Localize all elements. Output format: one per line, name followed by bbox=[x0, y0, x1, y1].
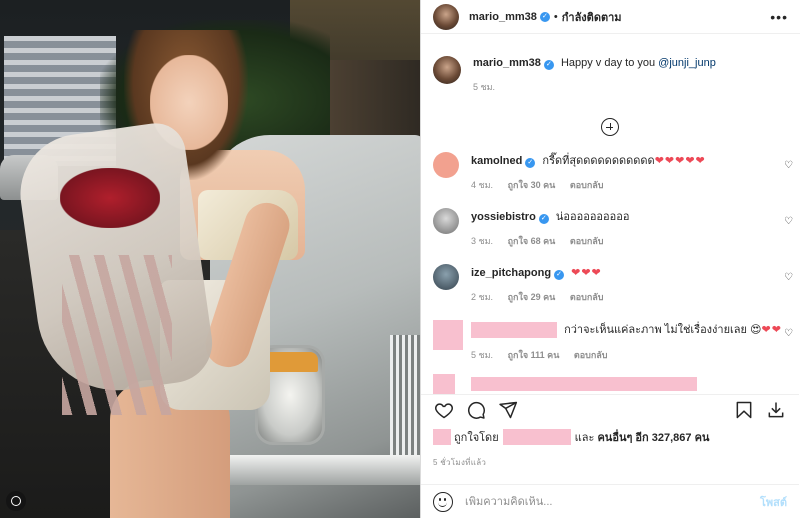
post-sidebar: mario_mm38 ✓ • กำลังติดตาม ••• mario_mm3… bbox=[420, 0, 800, 518]
comment-text: กว่าจะเห็นแค่ละภาพ ไม่ใช่เรื่องง่ายเลย 😍 bbox=[564, 323, 762, 336]
comment-input[interactable] bbox=[465, 495, 760, 508]
redacted-liker-avatar bbox=[433, 429, 451, 445]
comment-time: 2 ชม. bbox=[471, 292, 494, 302]
reply-button[interactable]: ตอบกลับ bbox=[570, 236, 604, 246]
verified-icon: ✓ bbox=[539, 11, 550, 22]
verified-icon: ✓ bbox=[538, 214, 549, 224]
add-comments-icon[interactable] bbox=[601, 118, 619, 136]
reply-button[interactable]: ตอบกลับ bbox=[570, 180, 604, 190]
verified-icon: ✓ bbox=[543, 60, 554, 70]
comment-time: 3 ชม. bbox=[471, 236, 494, 246]
author-username[interactable]: mario_mm38 bbox=[469, 11, 537, 23]
download-icon[interactable] bbox=[765, 399, 787, 421]
caption: mario_mm38 ✓ Happy v day to you @junji_ju… bbox=[421, 34, 799, 94]
comment-item: kamolned ✓ กรี๊ดที่สุดดดดดดดดดดด❤❤❤❤❤ 4 ช… bbox=[421, 152, 799, 192]
action-bar bbox=[421, 394, 799, 424]
comment-text: กรี๊ดที่สุดดดดดดดดดดด bbox=[542, 155, 655, 167]
heart-like-icon[interactable]: ♡ bbox=[784, 160, 793, 171]
commenter-avatar[interactable] bbox=[433, 264, 459, 290]
more-icon[interactable]: ••• bbox=[770, 9, 788, 25]
redacted-username bbox=[471, 322, 557, 338]
comments-list[interactable]: mario_mm38 ✓ Happy v day to you @junji_ju… bbox=[421, 34, 799, 394]
caption-text: Happy v day to you bbox=[560, 57, 656, 69]
redacted-avatar bbox=[433, 374, 455, 394]
separator-dot: • bbox=[553, 10, 558, 23]
caption-mention[interactable]: @junji_junp bbox=[658, 57, 716, 69]
redacted-liker-name[interactable] bbox=[502, 429, 571, 445]
comment-username[interactable]: kamolned bbox=[471, 155, 522, 167]
heart-like-icon[interactable]: ♡ bbox=[784, 216, 793, 227]
post-photo[interactable] bbox=[0, 0, 420, 518]
verified-icon: ✓ bbox=[554, 270, 565, 280]
following-button[interactable]: กำลังติดตาม bbox=[562, 8, 622, 26]
tagged-user-icon[interactable] bbox=[6, 491, 26, 511]
comment-icon[interactable] bbox=[465, 399, 487, 421]
redacted-avatar[interactable] bbox=[433, 320, 463, 350]
comment-item: ize_pitchapong ✓ ❤❤❤ 2 ชม. ถูกใจ 29 คน ตอ… bbox=[421, 264, 799, 304]
post-button[interactable]: โพสต์ bbox=[760, 493, 787, 511]
comment-time: 4 ชม. bbox=[471, 180, 494, 190]
heart-like-icon[interactable]: ♡ bbox=[784, 272, 793, 283]
heart-like-icon[interactable]: ♡ bbox=[784, 328, 793, 339]
post-time: 5 ชั่วโมงที่แล้ว bbox=[433, 458, 487, 467]
comment-hearts: ❤❤❤❤❤ bbox=[654, 155, 706, 167]
car-indicator-light bbox=[262, 352, 318, 372]
post-header: mario_mm38 ✓ • กำลังติดตาม ••• bbox=[421, 0, 800, 34]
car-bumper bbox=[215, 455, 420, 485]
commenter-avatar[interactable] bbox=[433, 208, 459, 234]
comment-likes[interactable]: ถูกใจ 29 คน bbox=[508, 292, 556, 302]
and-label: และ bbox=[574, 432, 595, 444]
emoji-icon[interactable] bbox=[433, 491, 453, 512]
redacted-comment bbox=[471, 377, 697, 391]
comment-username[interactable]: yossiebistro bbox=[471, 211, 536, 223]
comment-item: yossiebistro ✓ น่ออออออออออ 3 ชม. ถูกใจ 6… bbox=[421, 208, 799, 248]
others-count[interactable]: คนอื่นๆ อีก 327,867 คน bbox=[597, 432, 709, 444]
caption-time: 5 ชม. bbox=[473, 82, 496, 92]
comment-likes[interactable]: ถูกใจ 68 คน bbox=[508, 236, 556, 246]
comment-text: น่ออออออออออ bbox=[555, 211, 630, 223]
verified-icon: ✓ bbox=[525, 158, 536, 168]
liked-by-label: ถูกใจโดย bbox=[454, 432, 499, 444]
commenter-avatar[interactable] bbox=[433, 152, 459, 178]
reply-button[interactable]: ตอบกลับ bbox=[574, 350, 608, 360]
comment-hearts: ❤❤ bbox=[761, 323, 782, 336]
comment-item-partial bbox=[421, 374, 799, 394]
comment-item: กว่าจะเห็นแค่ละภาพ ไม่ใช่เรื่องง่ายเลย 😍… bbox=[421, 320, 799, 362]
caption-avatar[interactable] bbox=[433, 56, 461, 84]
car-grille bbox=[390, 335, 420, 465]
comment-username[interactable]: ize_pitchapong bbox=[471, 267, 551, 279]
ribbon bbox=[62, 255, 172, 415]
like-icon[interactable] bbox=[433, 399, 455, 421]
add-comment-bar: โพสต์ bbox=[421, 484, 799, 518]
reply-button[interactable]: ตอบกลับ bbox=[570, 292, 604, 302]
red-roses bbox=[60, 168, 160, 228]
comment-likes[interactable]: ถูกใจ 30 คน bbox=[508, 180, 556, 190]
share-icon[interactable] bbox=[497, 399, 519, 421]
comment-hearts: ❤❤❤ bbox=[571, 267, 602, 279]
comment-time: 5 ชม. bbox=[471, 350, 494, 360]
save-icon[interactable] bbox=[733, 399, 755, 421]
caption-username[interactable]: mario_mm38 bbox=[473, 57, 541, 69]
author-avatar[interactable] bbox=[433, 3, 459, 30]
likes-summary: ถูกใจโดย และ คนอื่นๆ อีก 327,867 คน bbox=[433, 428, 709, 446]
comment-likes[interactable]: ถูกใจ 111 คน bbox=[508, 350, 560, 360]
